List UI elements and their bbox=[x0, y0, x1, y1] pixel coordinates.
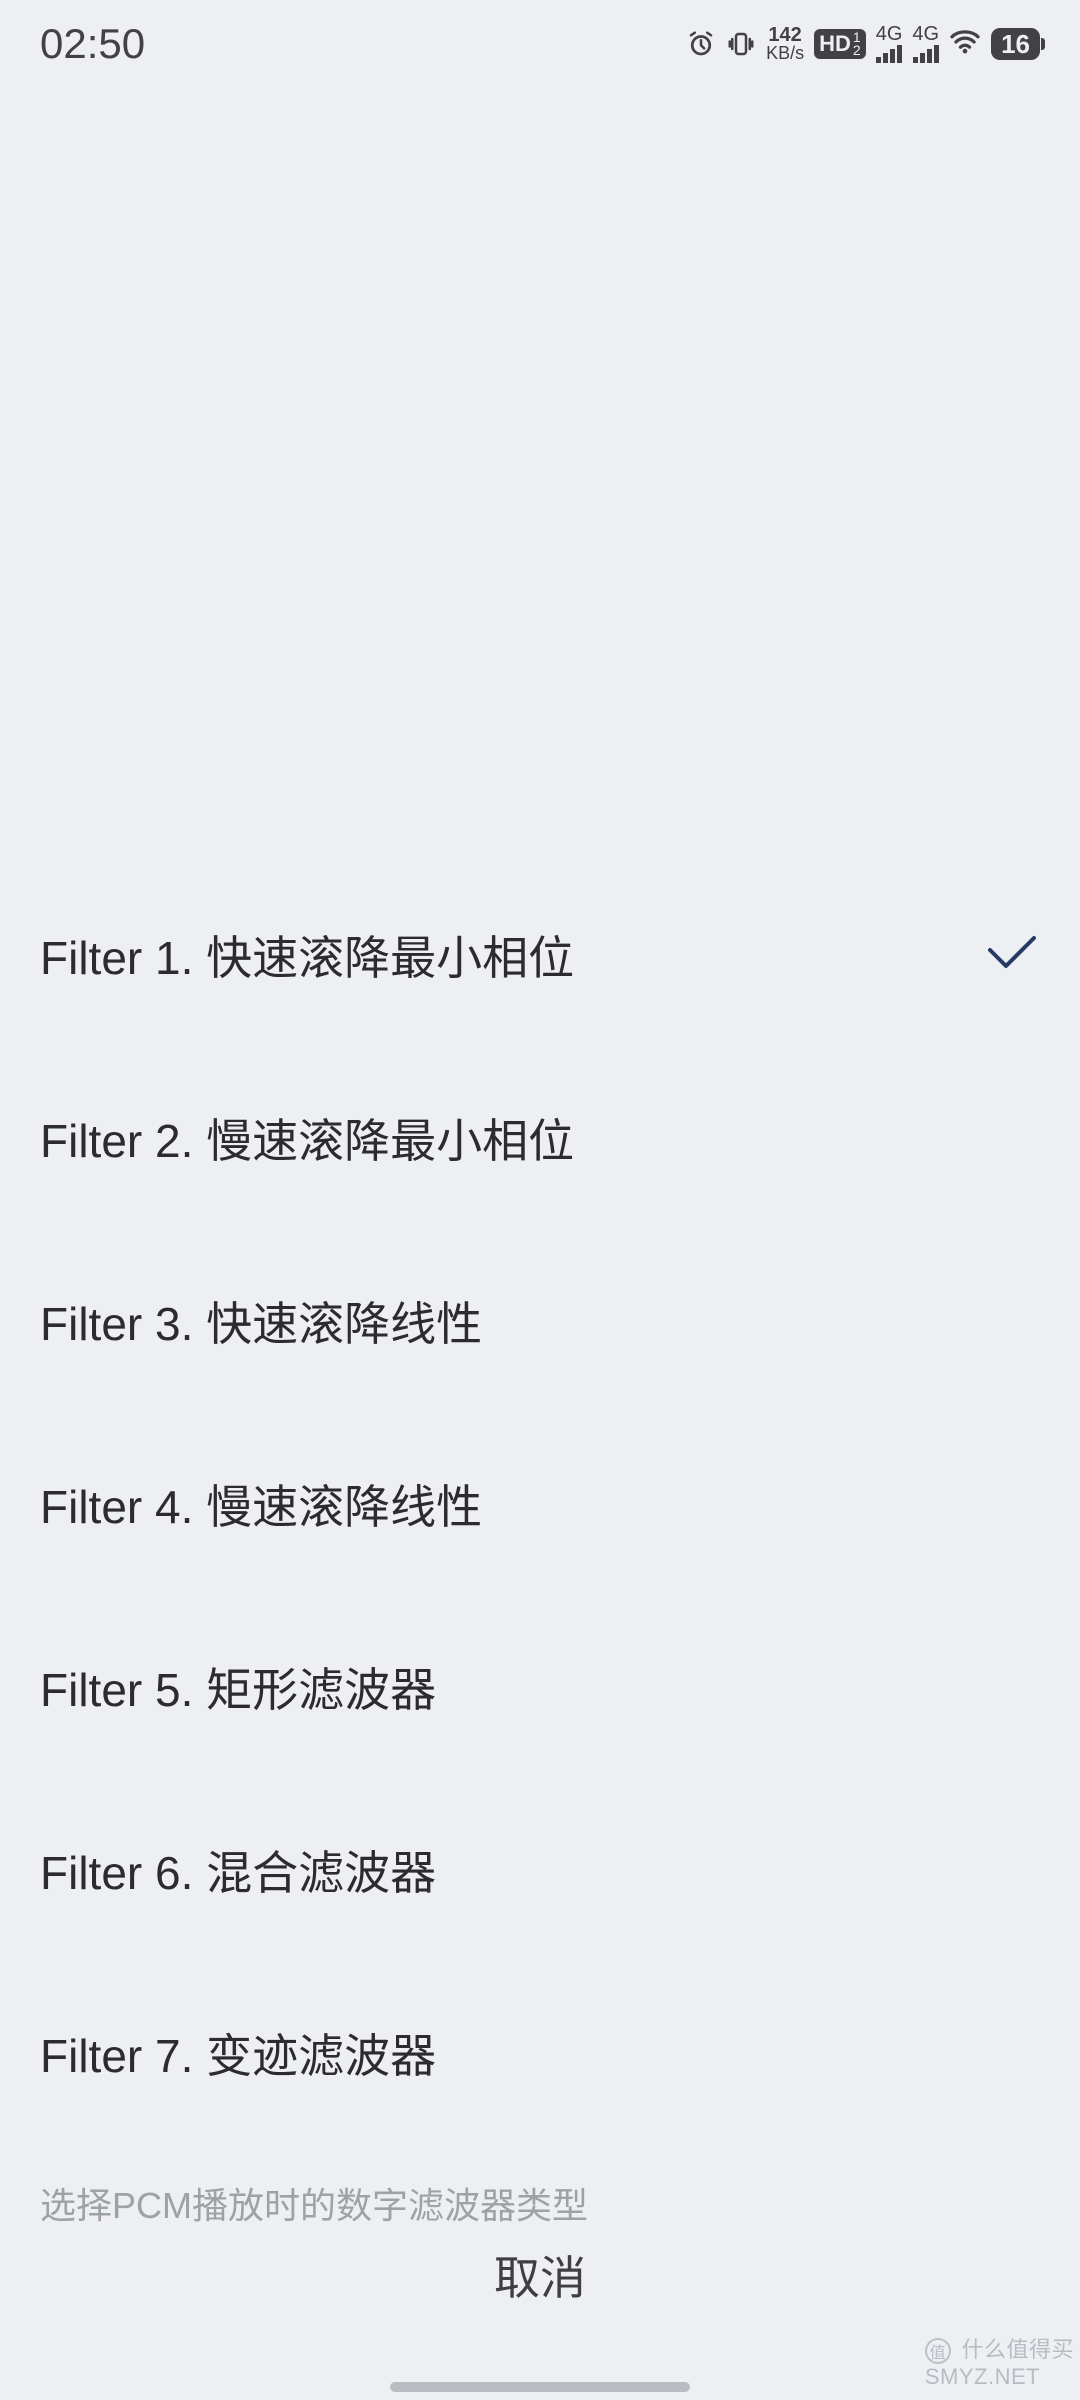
watermark-circle: 值 bbox=[925, 2338, 951, 2364]
watermark-text: 什么值得买 bbox=[961, 2337, 1074, 2362]
cancel-button[interactable]: 取消 bbox=[0, 2242, 1080, 2332]
signal-2-label: 4G bbox=[912, 25, 939, 43]
signal-bars-icon bbox=[876, 43, 902, 63]
filter-option-3[interactable]: Filter 3. 快速滚降线性 bbox=[0, 1229, 1080, 1412]
filter-option-label: Filter 1. 快速滚降最小相位 bbox=[40, 922, 574, 988]
filter-option-label: Filter 4. 慢速滚降线性 bbox=[40, 1471, 482, 1537]
signal-1: 4G bbox=[876, 25, 903, 63]
filter-option-label: Filter 6. 混合滤波器 bbox=[40, 1837, 436, 1903]
filter-option-1[interactable]: Filter 1. 快速滚降最小相位 bbox=[0, 863, 1080, 1046]
status-bar: 02:50 142 KB/s HD 1 2 4G 4G bbox=[0, 0, 1080, 88]
check-icon bbox=[984, 932, 1040, 977]
network-speed: 142 KB/s bbox=[766, 26, 804, 62]
filter-option-label: Filter 5. 矩形滤波器 bbox=[40, 1654, 436, 1720]
hd-badge: HD 1 2 bbox=[814, 29, 866, 58]
home-indicator[interactable] bbox=[390, 2382, 690, 2392]
watermark: 值 什么值得买 SMYZ.NET bbox=[925, 2332, 1074, 2390]
hint-text: 选择PCM播放时的数字滤波器类型 bbox=[40, 2177, 588, 2229]
wifi-icon bbox=[949, 29, 981, 60]
vibrate-icon bbox=[726, 29, 756, 59]
filter-option-7[interactable]: Filter 7. 变迹滤波器 bbox=[0, 1961, 1080, 2144]
filter-option-label: Filter 2. 慢速滚降最小相位 bbox=[40, 1105, 574, 1171]
hd-sim2: 2 bbox=[853, 44, 861, 57]
signal-2: 4G bbox=[912, 25, 939, 63]
watermark-site: SMYZ.NET bbox=[925, 2364, 1040, 2389]
battery-indicator: 16 bbox=[991, 28, 1040, 60]
alarm-icon bbox=[686, 29, 716, 59]
filter-option-5[interactable]: Filter 5. 矩形滤波器 bbox=[0, 1595, 1080, 1778]
status-right: 142 KB/s HD 1 2 4G 4G 16 bbox=[686, 25, 1040, 63]
hd-label: HD bbox=[819, 33, 851, 55]
filter-option-6[interactable]: Filter 6. 混合滤波器 bbox=[0, 1778, 1080, 1961]
status-time: 02:50 bbox=[40, 20, 145, 68]
filter-option-4[interactable]: Filter 4. 慢速滚降线性 bbox=[0, 1412, 1080, 1595]
filter-option-label: Filter 3. 快速滚降线性 bbox=[40, 1288, 482, 1354]
filter-list: Filter 1. 快速滚降最小相位 Filter 2. 慢速滚降最小相位 Fi… bbox=[0, 863, 1080, 2144]
net-speed-unit: KB/s bbox=[766, 45, 804, 62]
filter-option-label: Filter 7. 变迹滤波器 bbox=[40, 2020, 436, 2086]
signal-1-label: 4G bbox=[876, 25, 903, 43]
signal-bars-icon bbox=[913, 43, 939, 63]
filter-option-2[interactable]: Filter 2. 慢速滚降最小相位 bbox=[0, 1046, 1080, 1229]
